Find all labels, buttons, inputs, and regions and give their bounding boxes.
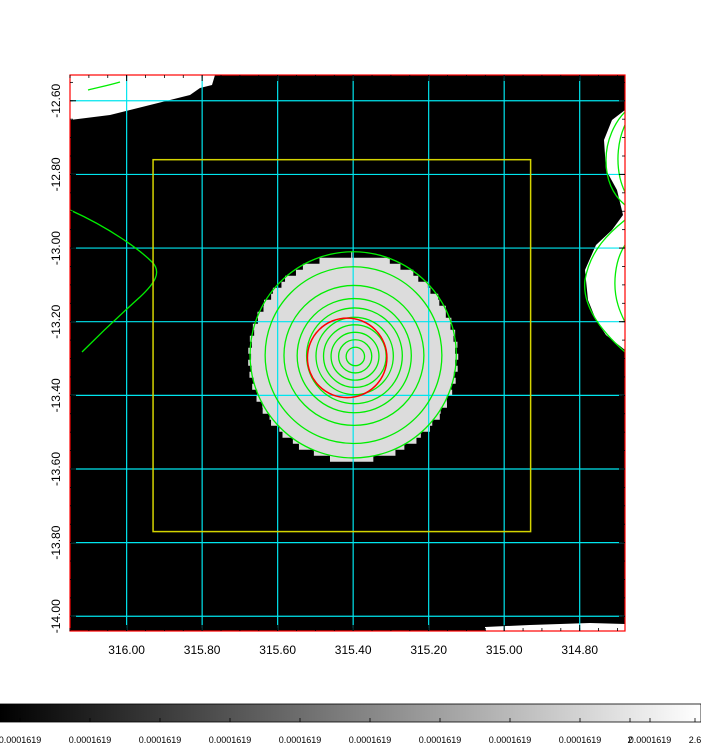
y-tick-label-0: -12.60 xyxy=(49,83,63,117)
colorbar-label-4: 0.0001619 xyxy=(279,735,322,745)
x-tick-label-6: 314.80 xyxy=(561,643,598,657)
colorbar-label-8: 0.0001619 xyxy=(559,735,602,745)
x-tick-label-5: 315.00 xyxy=(486,643,523,657)
colorbar: 0.0001619 0.0001619 0.0001619 0.0001619 0.00… xyxy=(0,703,701,745)
y-tick-label-2: -13.00 xyxy=(49,231,63,265)
y-tick-label-1: -12.80 xyxy=(49,157,63,191)
colorbar-label-10: 2 xyxy=(627,735,632,745)
plot-area xyxy=(70,75,625,631)
x-tick-label-3: 315.40 xyxy=(335,643,372,657)
colorbar-label-7: 0.0001619 xyxy=(489,735,532,745)
colorbar-label-2: 0.0001619 xyxy=(139,735,182,745)
colorbar-label-9: 0.0001619 xyxy=(629,735,672,745)
y-tick-label-4: -13.40 xyxy=(49,378,63,412)
y-tick-label-6: -13.80 xyxy=(49,525,63,559)
x-tick-label-4: 315.20 xyxy=(410,643,447,657)
colorbar-label-3: 0.0001619 xyxy=(209,735,252,745)
y-tick-label-7: -14.00 xyxy=(49,599,63,633)
colorbar-label-5: 0.0001619 xyxy=(349,735,392,745)
x-tick-label-0: 316.00 xyxy=(108,643,145,657)
colorbar-gradient xyxy=(0,703,701,723)
y-tick-label-5: -13.60 xyxy=(49,452,63,486)
x-tick-label-1: 315.80 xyxy=(184,643,221,657)
colorbar-label-6: 0.0001619 xyxy=(419,735,462,745)
sky-image-chart: 316.00 315.80 315.60 315.40 315.20 315.00 314.… xyxy=(0,74,701,745)
colorbar-label-1: 0.0001619 xyxy=(69,735,112,745)
y-tick-label-3: -13.20 xyxy=(49,304,63,338)
colorbar-label-0: 0.0001619 xyxy=(0,735,41,745)
x-tick-label-2: 315.60 xyxy=(259,643,296,657)
colorbar-label-11: 2.6 xyxy=(689,735,701,745)
